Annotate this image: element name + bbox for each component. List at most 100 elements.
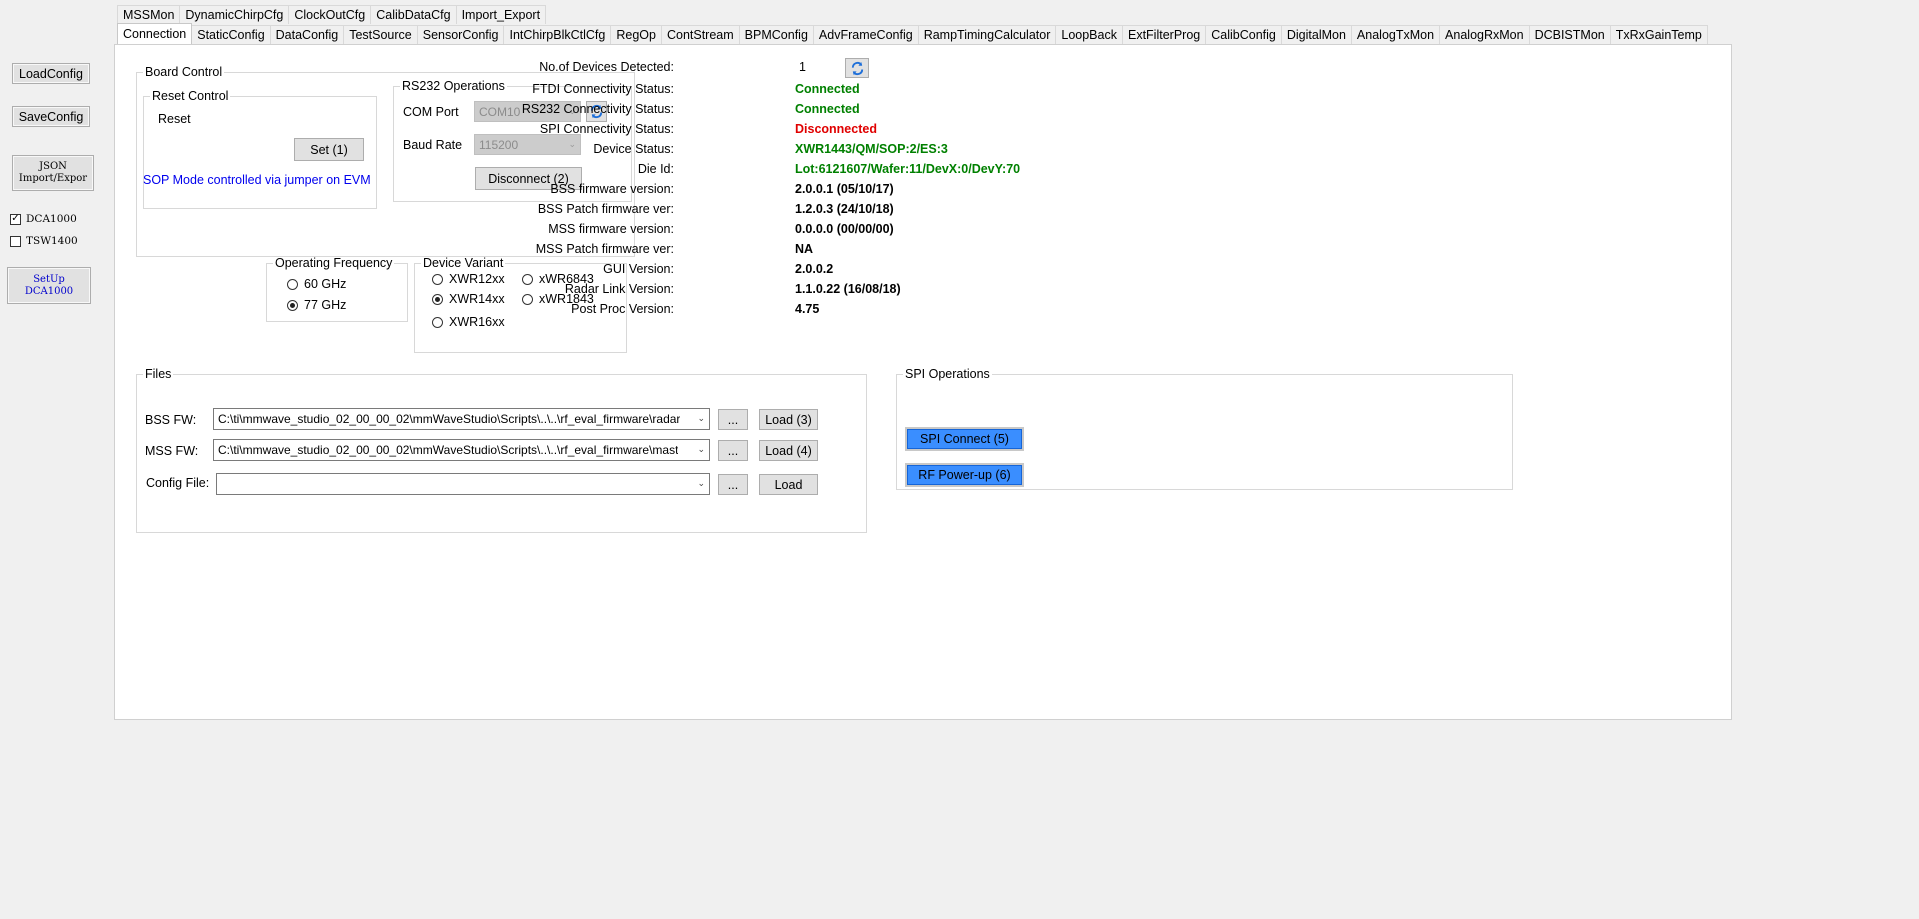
tab-analogrxmon[interactable]: AnalogRxMon bbox=[1439, 25, 1530, 44]
tab-mssmon[interactable]: MSSMon bbox=[117, 5, 181, 24]
tab-advframeconfig[interactable]: AdvFrameConfig bbox=[812, 25, 919, 44]
post-proc-version-label: Post Proc Version: bbox=[571, 302, 674, 316]
radio-xwr12xx-label: XWR12xx bbox=[449, 272, 505, 286]
chevron-down-icon: ⌄ bbox=[568, 138, 576, 149]
config-file-label: Config File: bbox=[146, 476, 210, 490]
tab-dynamicchirpcfg[interactable]: DynamicChirpCfg bbox=[179, 5, 290, 24]
chevron-down-icon: ⌄ bbox=[697, 477, 705, 488]
dca1000-checkbox[interactable]: ✓ DCA1000 bbox=[10, 213, 77, 225]
bss-patch-version-label: BSS Patch firmware ver: bbox=[537, 202, 674, 216]
tab-row-top: MSSMon DynamicChirpCfg ClockOutCfg Calib… bbox=[117, 5, 547, 24]
radio-77ghz-label: 77 GHz bbox=[304, 298, 347, 312]
tab-sensorconfig[interactable]: SensorConfig bbox=[416, 25, 505, 44]
tab-digitalmon[interactable]: DigitalMon bbox=[1280, 25, 1352, 44]
config-file-load-button[interactable]: Load bbox=[759, 474, 818, 495]
devices-refresh-button[interactable] bbox=[845, 58, 869, 78]
config-file-browse-button[interactable]: ... bbox=[718, 474, 748, 495]
tsw1400-checkbox[interactable]: TSW1400 bbox=[10, 235, 78, 247]
bss-fw-version-value: 2.0.0.1 (05/10/17) bbox=[795, 182, 894, 196]
chevron-down-icon: ⌄ bbox=[697, 443, 705, 454]
radio-xwr16xx[interactable]: XWR16xx bbox=[432, 315, 505, 329]
gui-version-value: 2.0.0.2 bbox=[795, 262, 834, 276]
sop-mode-note: SOP Mode controlled via jumper on EVM bbox=[143, 173, 371, 187]
bss-fw-path: C:\ti\mmwave_studio_02_00_00_02\mmWaveSt… bbox=[218, 412, 681, 426]
save-config-button[interactable]: SaveConfig bbox=[12, 106, 90, 127]
tab-calibconfig[interactable]: CalibConfig bbox=[1205, 25, 1282, 44]
radio-unselected-icon bbox=[432, 273, 443, 285]
device-status-label: Device Status: bbox=[593, 142, 674, 156]
config-file-select[interactable]: ⌄ bbox=[216, 473, 710, 495]
radio-unselected-icon bbox=[432, 316, 443, 328]
tab-testsource[interactable]: TestSource bbox=[343, 25, 418, 44]
reset-label: Reset bbox=[158, 112, 191, 126]
mss-fw-path-select[interactable]: C:\ti\mmwave_studio_02_00_00_02\mmWaveSt… bbox=[213, 439, 710, 461]
devices-detected-label: No.of Devices Detected: bbox=[539, 60, 674, 74]
mss-fw-version-label: MSS firmware version: bbox=[548, 222, 674, 236]
radio-60ghz[interactable]: 60 GHz bbox=[287, 277, 346, 291]
json-button-line2: Import/Expor bbox=[18, 173, 88, 184]
device-variant-title: Device Variant bbox=[423, 256, 504, 270]
tsw1400-label: TSW1400 bbox=[26, 235, 78, 247]
radio-77ghz[interactable]: 77 GHz bbox=[287, 298, 346, 312]
tab-connection[interactable]: Connection bbox=[117, 23, 193, 44]
bss-fw-version-label: BSS firmware version: bbox=[550, 182, 674, 196]
tab-contstream[interactable]: ContStream bbox=[660, 25, 740, 44]
radio-selected-icon bbox=[287, 299, 298, 311]
tab-import-export[interactable]: Import_Export bbox=[455, 5, 547, 24]
tab-intchirpblkctlcfg[interactable]: IntChirpBlkCtlCfg bbox=[503, 25, 612, 44]
tab-loopback[interactable]: LoopBack bbox=[1055, 25, 1123, 44]
load-config-button[interactable]: LoadConfig bbox=[12, 63, 90, 84]
mss-fw-label: MSS FW: bbox=[145, 444, 199, 458]
radio-xwr14xx[interactable]: XWR14xx bbox=[432, 292, 505, 306]
tab-dcbistmon[interactable]: DCBISTMon bbox=[1528, 25, 1611, 44]
tab-regop[interactable]: RegOp bbox=[610, 25, 662, 44]
bss-fw-load-button[interactable]: Load (3) bbox=[759, 409, 818, 430]
spi-status-label: SPI Connectivity Status: bbox=[539, 122, 674, 136]
com-port-label: COM Port bbox=[403, 105, 459, 119]
radio-unselected-icon bbox=[287, 278, 298, 290]
radio-xwr12xx[interactable]: XWR12xx bbox=[432, 272, 505, 286]
bss-patch-version-value: 1.2.0.3 (24/10/18) bbox=[795, 202, 894, 216]
tab-staticconfig[interactable]: StaticConfig bbox=[191, 25, 271, 44]
gui-version-label: GUI Version: bbox=[603, 262, 674, 276]
setup-dca1000-button[interactable]: SetUp DCA1000 bbox=[7, 267, 91, 304]
tab-ramptimingcalculator[interactable]: RampTimingCalculator bbox=[917, 25, 1057, 44]
device-status-value: XWR1443/QM/SOP:2/ES:3 bbox=[795, 142, 948, 156]
radio-selected-icon bbox=[432, 293, 443, 305]
mss-patch-version-label: MSS Patch firmware ver: bbox=[535, 242, 674, 256]
bss-fw-browse-button[interactable]: ... bbox=[718, 409, 748, 430]
radio-xwr14xx-label: XWR14xx bbox=[449, 292, 505, 306]
radar-link-version-value: 1.1.0.22 (16/08/18) bbox=[795, 282, 901, 296]
spi-connect-button[interactable]: SPI Connect (5) bbox=[907, 429, 1022, 449]
radio-unselected-icon bbox=[522, 293, 533, 305]
connection-panel: Board Control Reset Control Reset Set (1… bbox=[114, 44, 1732, 720]
tab-bpmconfig[interactable]: BPMConfig bbox=[738, 25, 814, 44]
tab-txrxgaintemp[interactable]: TxRxGainTemp bbox=[1609, 25, 1708, 44]
com-port-value: COM10 bbox=[479, 104, 521, 119]
rf-power-up-button[interactable]: RF Power-up (6) bbox=[907, 465, 1022, 485]
ftdi-status-label: FTDI Connectivity Status: bbox=[532, 82, 674, 96]
mss-fw-load-button[interactable]: Load (4) bbox=[759, 440, 818, 461]
tab-calibdatacfg[interactable]: CalibDataCfg bbox=[370, 5, 457, 24]
radio-60ghz-label: 60 GHz bbox=[304, 277, 347, 291]
json-import-export-button[interactable]: JSON Import/Expor bbox=[12, 155, 94, 191]
tab-extfilterprog[interactable]: ExtFilterProg bbox=[1121, 25, 1207, 44]
tab-clockoutcfg[interactable]: ClockOutCfg bbox=[288, 5, 372, 24]
rs232-operations-title: RS232 Operations bbox=[402, 79, 505, 93]
radio-unselected-icon bbox=[522, 273, 533, 285]
bss-fw-path-select[interactable]: C:\ti\mmwave_studio_02_00_00_02\mmWaveSt… bbox=[213, 408, 710, 430]
tab-dataconfig[interactable]: DataConfig bbox=[269, 25, 345, 44]
board-control-title: Board Control bbox=[145, 65, 223, 79]
mss-fw-path: C:\ti\mmwave_studio_02_00_00_02\mmWaveSt… bbox=[218, 443, 679, 457]
baud-rate-select[interactable]: 115200 ⌄ bbox=[474, 134, 581, 155]
files-title: Files bbox=[145, 367, 172, 381]
tab-analogtxmon[interactable]: AnalogTxMon bbox=[1350, 25, 1441, 44]
baud-rate-value: 115200 bbox=[479, 137, 519, 152]
reset-set-button[interactable]: Set (1) bbox=[294, 138, 364, 161]
mss-fw-version-value: 0.0.0.0 (00/00/00) bbox=[795, 222, 894, 236]
radio-xwr16xx-label: XWR16xx bbox=[449, 315, 505, 329]
mss-fw-browse-button[interactable]: ... bbox=[718, 440, 748, 461]
spi-operations-title: SPI Operations bbox=[905, 367, 990, 381]
bss-fw-label: BSS FW: bbox=[145, 413, 197, 427]
post-proc-version-value: 4.75 bbox=[795, 302, 820, 316]
